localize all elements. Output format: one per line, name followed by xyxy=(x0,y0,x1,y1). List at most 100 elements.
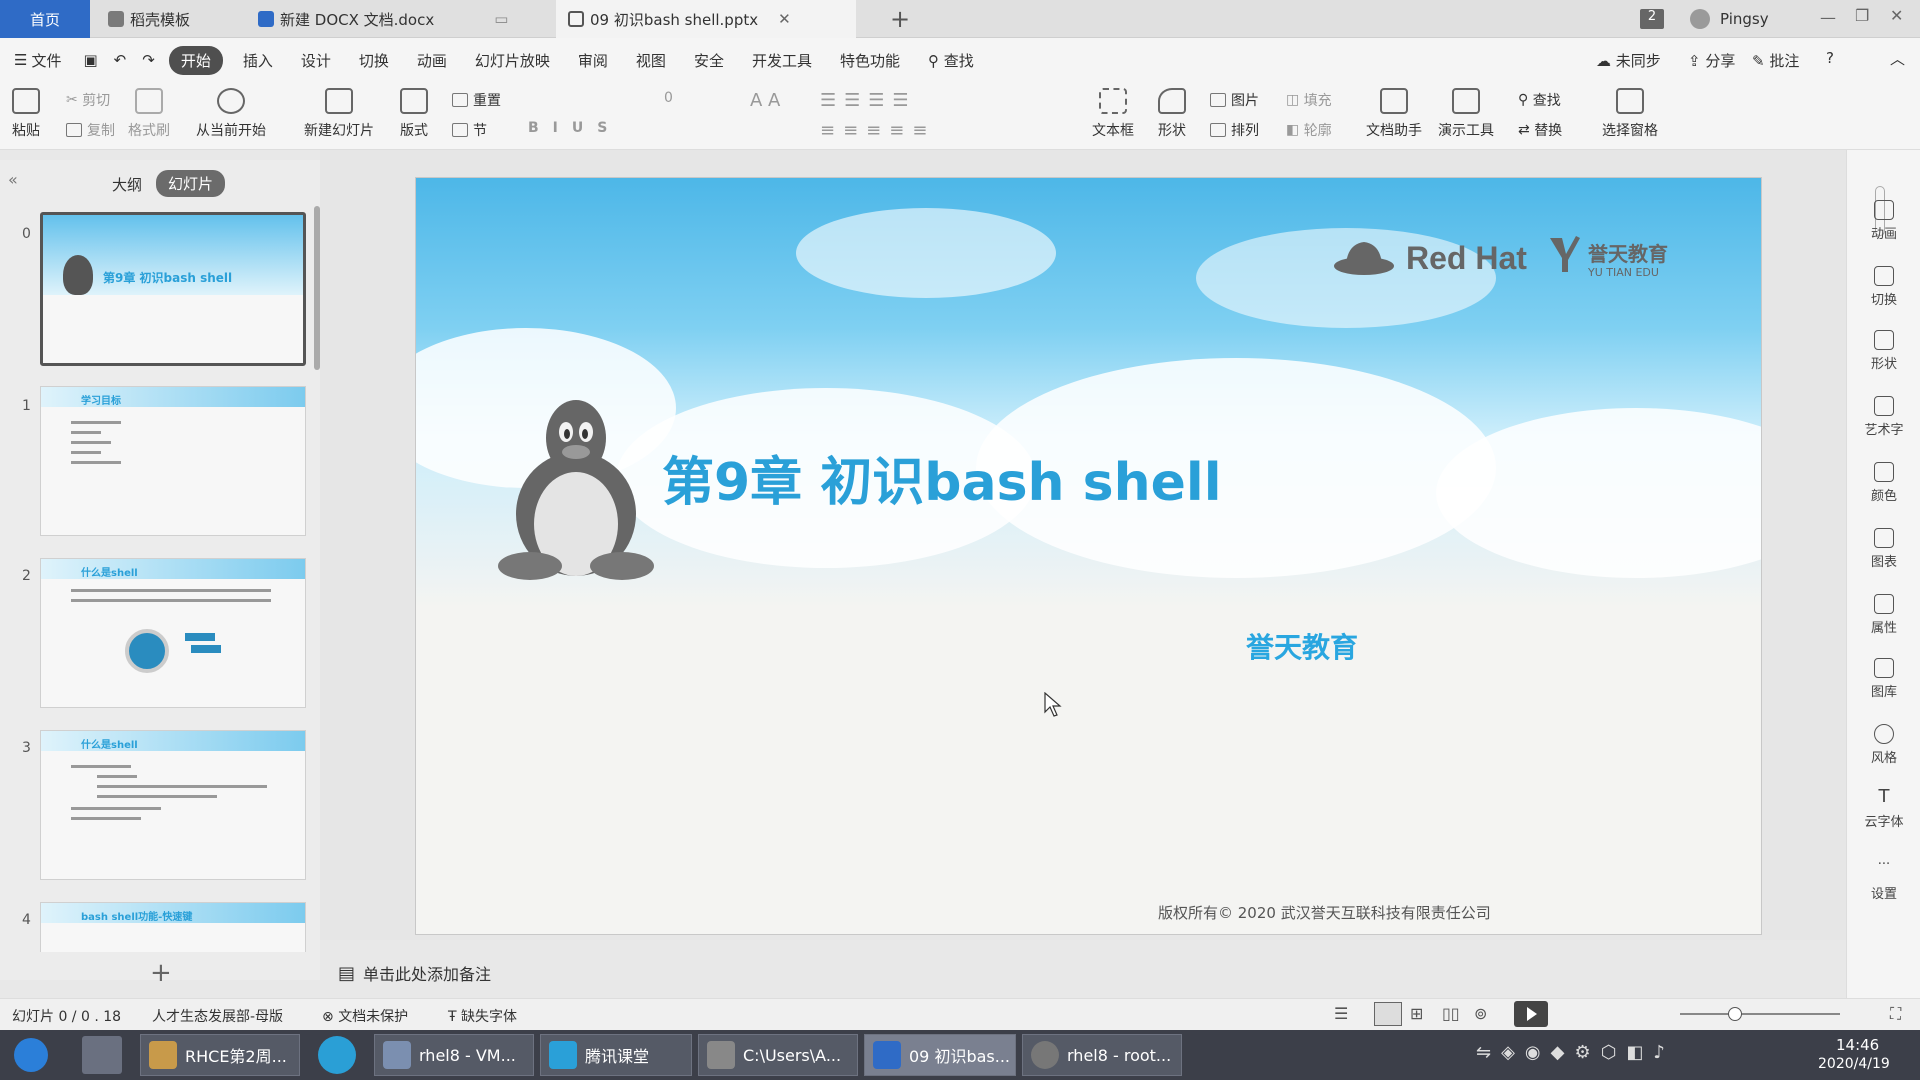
menu-animation[interactable]: 动画 xyxy=(403,50,461,71)
presenter-view-icon[interactable]: ⊚ xyxy=(1474,1004,1487,1023)
start-button[interactable] xyxy=(14,1038,48,1072)
user-name[interactable]: Pingsy xyxy=(1720,10,1769,28)
grow-font-icon[interactable]: A A xyxy=(750,90,780,111)
collapse-panel-icon[interactable]: « xyxy=(8,170,18,189)
taskbar-tencent-class[interactable]: 腾讯课堂 xyxy=(540,1034,692,1076)
slide-thumbnail-4[interactable]: bash shell功能-快速键 xyxy=(40,902,306,952)
replace-button[interactable]: ⇄ 替换 xyxy=(1518,120,1562,140)
taskbar-explorer[interactable]: C:\Users\A... xyxy=(698,1034,858,1076)
taskbar-wps-ppt[interactable]: 09 初识bas... xyxy=(864,1034,1016,1076)
comment-button[interactable]: ✎ 批注 xyxy=(1752,50,1799,71)
list-format-icons[interactable]: ☰☰☰☰ xyxy=(820,90,917,111)
taskbar-rhce[interactable]: RHCE第2周... xyxy=(140,1034,300,1076)
normal-view-icon[interactable] xyxy=(1374,1002,1402,1026)
find-button[interactable]: ⚲ 查找 xyxy=(1518,90,1561,110)
sidebar-wordart[interactable]: 艺术字 xyxy=(1847,396,1920,438)
tab-outline[interactable]: 大纲 xyxy=(112,174,142,195)
window-count-badge[interactable]: 2 xyxy=(1640,9,1664,29)
reading-view-icon[interactable]: ▯▯ xyxy=(1442,1004,1460,1023)
system-tray-icons[interactable]: ⇋◈◉◆⚙⬡◧♪ xyxy=(1476,1042,1675,1063)
zoom-slider-thumb[interactable] xyxy=(1728,1007,1742,1021)
slide-thumbnail-1[interactable]: 学习目标 xyxy=(40,386,306,536)
play-from-current-button[interactable]: 从当前开始 xyxy=(196,88,266,140)
doc-protection-status[interactable]: ⊗ 文档未保护 xyxy=(322,1006,408,1026)
close-tab-icon[interactable]: ✕ xyxy=(778,10,791,28)
save-icon[interactable]: ▣ xyxy=(75,51,105,69)
collapse-ribbon-icon[interactable]: ︿ xyxy=(1890,48,1905,69)
zoom-slider[interactable] xyxy=(1680,1013,1840,1015)
paste-button[interactable]: 粘贴 xyxy=(12,88,40,140)
tab-slides[interactable]: 幻灯片 xyxy=(156,170,226,197)
font-style-buttons[interactable]: BIUS xyxy=(528,120,621,136)
undo-icon[interactable]: ↶ xyxy=(106,51,135,69)
menu-view[interactable]: 视图 xyxy=(622,50,680,71)
play-slideshow-button[interactable] xyxy=(1514,1001,1548,1027)
taskbar-app-icon[interactable] xyxy=(82,1036,122,1074)
master-name[interactable]: 人才生态发展部-母版 xyxy=(152,1006,283,1026)
missing-font-status[interactable]: Ŧ 缺失字体 xyxy=(448,1006,517,1026)
new-tab-button[interactable]: + xyxy=(878,0,918,38)
menu-review[interactable]: 审阅 xyxy=(564,50,622,71)
sorter-view-icon[interactable]: ⊞ xyxy=(1410,1004,1423,1023)
tab-home[interactable]: 首页 xyxy=(0,0,90,38)
fit-window-icon[interactable]: ⛶ xyxy=(1890,1004,1901,1024)
fill-button[interactable]: ◫ 填充 xyxy=(1286,90,1332,110)
maximize-icon[interactable]: ❐ xyxy=(1855,6,1869,25)
add-slide-button[interactable]: + xyxy=(150,958,172,988)
doc-helper-button[interactable]: 文档助手 xyxy=(1366,88,1422,140)
cut-button[interactable]: ✂ 剪切 xyxy=(66,90,110,110)
menu-slideshow[interactable]: 幻灯片放映 xyxy=(461,50,564,71)
picture-button[interactable]: 图片 xyxy=(1210,90,1259,110)
monitor-icon[interactable]: ▭ xyxy=(494,10,508,28)
sync-button[interactable]: ☁ 未同步 xyxy=(1596,50,1661,71)
sidebar-gallery[interactable]: 图库 xyxy=(1847,658,1920,700)
taskbar-rhel-root[interactable]: rhel8 - root... xyxy=(1022,1034,1182,1076)
tab-templates[interactable]: 稻壳模板 xyxy=(96,0,246,38)
sidebar-chart[interactable]: 图表 xyxy=(1847,528,1920,570)
copy-button[interactable]: 复制 xyxy=(66,120,115,140)
menu-search[interactable]: ⚲ 查找 xyxy=(914,50,988,71)
clock-time[interactable]: 14:46 xyxy=(1836,1036,1879,1054)
sogou-icon[interactable] xyxy=(318,1036,356,1074)
tab-pptx[interactable]: 09 初识bash shell.pptx ✕ xyxy=(556,0,856,38)
avatar[interactable] xyxy=(1690,9,1710,29)
close-window-icon[interactable]: ✕ xyxy=(1890,6,1903,25)
menu-insert[interactable]: 插入 xyxy=(229,50,287,71)
notes-area[interactable]: ▤ 单击此处添加备注 xyxy=(320,952,1846,994)
textbox-button[interactable]: 文本框 xyxy=(1092,88,1134,140)
share-button[interactable]: ⇪ 分享 xyxy=(1688,50,1735,71)
font-size-field[interactable]: 0 xyxy=(664,90,673,106)
slide-thumbnail-0[interactable]: 第9章 初识bash shell xyxy=(40,212,306,366)
new-slide-button[interactable]: 新建幻灯片 xyxy=(304,88,374,140)
outline-button[interactable]: ◧ 轮廓 xyxy=(1286,120,1332,140)
help-icon[interactable]: ? xyxy=(1826,49,1834,67)
sidebar-style[interactable]: 风格 xyxy=(1847,724,1920,766)
slide-copyright[interactable]: 版权所有© 2020 武汉誉天互联科技有限责任公司 xyxy=(1158,902,1491,923)
menu-security[interactable]: 安全 xyxy=(680,50,738,71)
arrange-button[interactable]: 排列 xyxy=(1210,120,1259,140)
slide-thumbnail-2[interactable]: 什么是shell xyxy=(40,558,306,708)
selection-pane-button[interactable]: 选择窗格 xyxy=(1602,88,1658,140)
menu-design[interactable]: 设计 xyxy=(287,50,345,71)
taskbar-vmware[interactable]: rhel8 - VM... xyxy=(374,1034,534,1076)
notes-toggle-icon[interactable]: ☰ xyxy=(1334,1004,1348,1023)
slide-title[interactable]: 第9章 初识bash shell xyxy=(662,440,1222,515)
sidebar-animation[interactable]: 动画 xyxy=(1847,200,1920,242)
align-icons[interactable]: ≡≡≡≡≡ xyxy=(820,120,935,141)
menu-home[interactable]: 开始 xyxy=(168,45,223,75)
redo-icon[interactable]: ↷ xyxy=(134,51,163,69)
sidebar-shape[interactable]: 形状 xyxy=(1847,330,1920,372)
menu-transition[interactable]: 切换 xyxy=(345,50,403,71)
sidebar-color[interactable]: 颜色 xyxy=(1847,462,1920,504)
current-slide[interactable]: Red Hat 誉天教育 YU TIAN EDU 第9章 初识bash shel… xyxy=(415,177,1762,935)
sidebar-cloud-font[interactable]: T 云字体 xyxy=(1847,788,1920,831)
shape-button[interactable]: 形状 xyxy=(1158,88,1186,140)
section-button[interactable]: 节 xyxy=(452,120,487,140)
format-painter-button[interactable]: 格式刷 xyxy=(128,88,170,140)
clock-date[interactable]: 2020/4/19 xyxy=(1818,1056,1890,1072)
minimize-icon[interactable]: — xyxy=(1820,8,1836,27)
sidebar-settings[interactable]: ··· 设置 xyxy=(1847,858,1920,902)
layout-button[interactable]: 版式 xyxy=(400,88,428,140)
sidebar-properties[interactable]: 属性 xyxy=(1847,594,1920,636)
present-tools-button[interactable]: 演示工具 xyxy=(1438,88,1494,140)
